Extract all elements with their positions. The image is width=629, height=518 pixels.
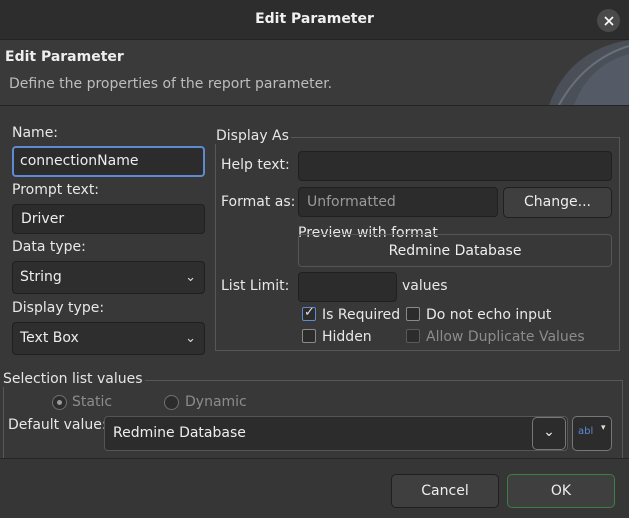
default-value-combo[interactable]: Redmine Database bbox=[104, 416, 568, 451]
change-format-button[interactable]: Change... bbox=[503, 187, 612, 218]
header-separator bbox=[0, 105, 629, 106]
default-value-dropdown-button[interactable]: ⌄ bbox=[532, 417, 566, 450]
cancel-button[interactable]: Cancel bbox=[391, 474, 499, 508]
hidden-checkbox[interactable] bbox=[302, 329, 316, 343]
display-type-label: Display type: bbox=[12, 300, 105, 316]
help-text-label: Help text: bbox=[221, 157, 290, 173]
display-type-value: Text Box bbox=[20, 330, 79, 346]
default-value-text: Redmine Database bbox=[113, 425, 246, 441]
static-radio bbox=[52, 395, 67, 410]
hidden-label: Hidden bbox=[322, 329, 372, 345]
chevron-down-icon: ⌄ bbox=[543, 424, 555, 440]
expression-builder-button[interactable]: abl ▾ bbox=[572, 416, 612, 451]
radio-dot-icon bbox=[57, 400, 62, 405]
default-value-label: Default value: bbox=[8, 417, 107, 433]
display-as-title: Display As bbox=[214, 128, 291, 144]
name-input[interactable]: connectionName bbox=[12, 146, 205, 177]
ok-button[interactable]: OK bbox=[507, 474, 615, 508]
allow-duplicate-label: Allow Duplicate Values bbox=[426, 329, 585, 345]
header-description: Define the properties of the report para… bbox=[9, 76, 333, 92]
allow-duplicate-checkbox bbox=[406, 329, 420, 343]
checkmark-icon: ✓ bbox=[304, 305, 315, 320]
prompt-text-label: Prompt text: bbox=[12, 182, 100, 198]
close-button[interactable] bbox=[597, 9, 620, 32]
header-decoration-icon bbox=[549, 40, 629, 105]
dynamic-radio bbox=[164, 395, 179, 410]
header-title: Edit Parameter bbox=[5, 49, 124, 65]
data-type-value: String bbox=[20, 269, 62, 285]
list-limit-label: List Limit: bbox=[221, 278, 290, 294]
values-label: values bbox=[402, 278, 448, 294]
dialog-header: Edit Parameter Define the properties of … bbox=[0, 40, 629, 105]
chevron-down-icon: ⌄ bbox=[185, 270, 196, 285]
expression-button-label: abl bbox=[578, 426, 594, 437]
caret-down-icon: ▾ bbox=[601, 423, 606, 433]
data-type-select[interactable]: String ⌄ bbox=[12, 261, 205, 294]
do-not-echo-label: Do not echo input bbox=[426, 307, 552, 323]
format-as-label: Format as: bbox=[221, 194, 296, 210]
dialog-title: Edit Parameter bbox=[255, 11, 374, 27]
list-limit-input[interactable] bbox=[298, 272, 397, 302]
preview-value: Redmine Database bbox=[388, 243, 522, 259]
prompt-text-input[interactable]: Driver bbox=[12, 204, 205, 234]
selection-list-title: Selection list values bbox=[1, 371, 145, 387]
static-label: Static bbox=[72, 394, 113, 410]
name-label: Name: bbox=[12, 125, 59, 141]
preview-box: Redmine Database bbox=[298, 234, 612, 267]
data-type-label: Data type: bbox=[12, 239, 86, 255]
chevron-down-icon: ⌄ bbox=[185, 331, 196, 346]
dynamic-label: Dynamic bbox=[185, 394, 247, 410]
display-type-select[interactable]: Text Box ⌄ bbox=[12, 322, 205, 355]
close-icon bbox=[603, 15, 614, 26]
do-not-echo-checkbox[interactable] bbox=[406, 307, 420, 321]
is-required-checkbox[interactable]: ✓ bbox=[302, 305, 316, 321]
is-required-label: Is Required bbox=[322, 307, 401, 323]
format-as-input: Unformatted bbox=[298, 187, 498, 217]
help-text-input[interactable] bbox=[298, 151, 612, 181]
title-bar: Edit Parameter bbox=[0, 0, 629, 40]
